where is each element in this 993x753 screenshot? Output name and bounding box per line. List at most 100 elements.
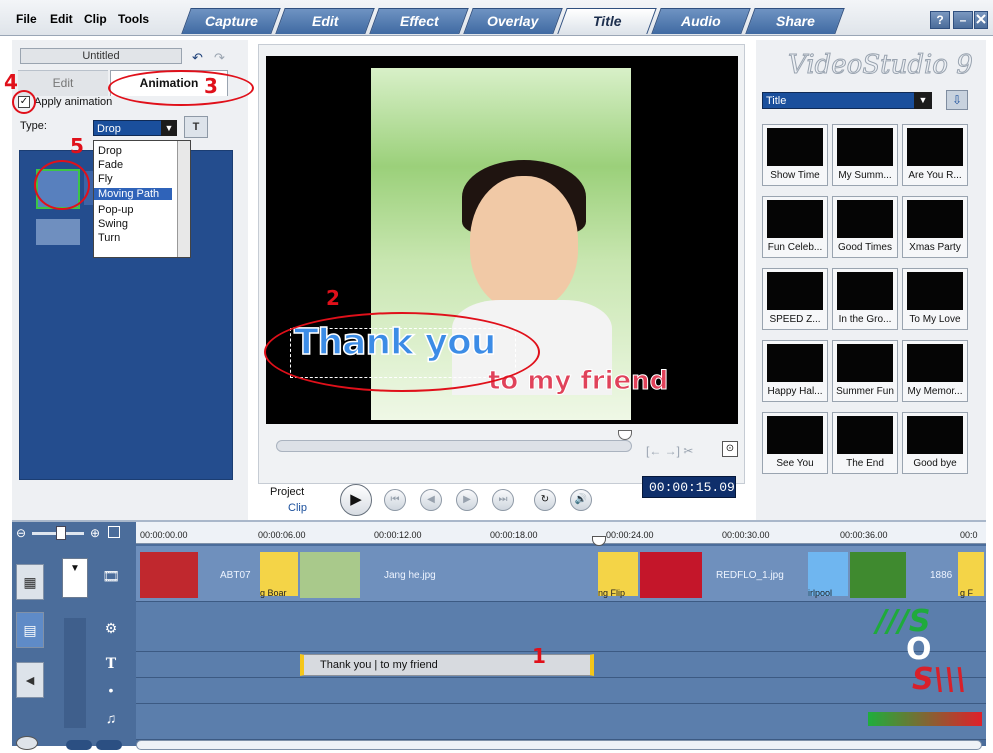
track-manager-icon[interactable]: ▼: [62, 558, 88, 598]
thumbnail-show-time[interactable]: Show Time: [762, 124, 828, 186]
annotation-5: 5: [70, 134, 84, 158]
close-button[interactable]: [974, 11, 988, 29]
video-clip[interactable]: [850, 552, 906, 598]
transition-label: ng Flip: [598, 588, 626, 598]
animation-type-dropdown[interactable]: Drop Fade Fly Moving Path Pop-up Swing T…: [93, 140, 191, 258]
thumbnail-xmas-party[interactable]: Xmas Party: [902, 196, 968, 258]
option-fade[interactable]: Fade: [98, 159, 123, 171]
video-clip-label: 1886: [930, 570, 953, 581]
preview-scrubber[interactable]: [276, 440, 632, 452]
video-clip-label: REDFLO_1.jpg: [716, 570, 784, 581]
annotation-ellipse-preview: [34, 160, 90, 210]
audio-view-icon[interactable]: ◄: [16, 662, 44, 698]
music-track[interactable]: [136, 704, 986, 740]
scroll-right-icon[interactable]: [96, 740, 122, 750]
thumbnail-my-summer[interactable]: My Summ...: [832, 124, 898, 186]
play-button[interactable]: ▶: [340, 484, 372, 516]
customize-animation-icon[interactable]: T: [184, 116, 208, 138]
music-note-icon: ♫: [105, 710, 117, 726]
undo-icon[interactable]: ↶: [192, 50, 203, 66]
transition-label: g F: [960, 588, 974, 598]
scroll-left-icon[interactable]: [66, 740, 92, 750]
menu-file[interactable]: File: [16, 12, 37, 26]
zoom-out-icon[interactable]: ⊖: [16, 526, 26, 540]
storyboard-view-icon[interactable]: ▦: [16, 564, 44, 600]
thumbnail-see-you[interactable]: See You: [762, 412, 828, 474]
volume-icon[interactable]: 🔊: [570, 489, 592, 511]
dropdown-scrollbar[interactable]: [177, 141, 190, 257]
video-clip[interactable]: [300, 552, 360, 598]
timeline-view-icon[interactable]: ▤: [16, 612, 44, 648]
timecode-display[interactable]: 00:00:15.09: [642, 476, 736, 498]
project-mode-label[interactable]: Project: [270, 486, 304, 498]
video-clip[interactable]: [140, 552, 198, 598]
ruler-tick-label: 00:00:24.00: [606, 530, 654, 540]
voice-track[interactable]: [136, 678, 986, 704]
annotation-1: 1: [532, 644, 546, 668]
thumbnail-speed-zone[interactable]: SPEED Z...: [762, 268, 828, 330]
thumbnail-the-end[interactable]: The End: [832, 412, 898, 474]
trim-markers-icon[interactable]: [← →] ✂: [646, 444, 693, 458]
video-clip[interactable]: [640, 552, 702, 598]
video-clip-label: ABT07: [220, 570, 251, 581]
tab-effect[interactable]: Effect: [369, 8, 469, 34]
thumbnail-to-my-love[interactable]: To My Love: [902, 268, 968, 330]
title-clip[interactable]: Thank you | to my friend: [300, 654, 594, 676]
end-icon[interactable]: ⏭: [492, 489, 514, 511]
thumbnail-summer-fun[interactable]: Summer Fun: [832, 340, 898, 402]
option-swing[interactable]: Swing: [98, 218, 128, 230]
ruler-tick-label: 00:00:06.00: [258, 530, 306, 540]
thumbnail-in-the-groove[interactable]: In the Gro...: [832, 268, 898, 330]
load-media-icon[interactable]: ⇩: [946, 90, 968, 110]
overlay-reel-icon: ⚙: [104, 620, 118, 636]
option-pop-up[interactable]: Pop-up: [98, 204, 133, 216]
tab-overlay[interactable]: Overlay: [463, 8, 563, 34]
redo-icon[interactable]: ↷: [214, 50, 225, 66]
thumbnail-good-bye[interactable]: Good bye: [902, 412, 968, 474]
overlay-track[interactable]: [136, 602, 986, 652]
timeline-scrollbar[interactable]: [136, 740, 982, 750]
type-label: Type:: [20, 120, 47, 132]
thumbnail-good-times[interactable]: Good Times: [832, 196, 898, 258]
zoom-in-icon[interactable]: ⊕: [90, 526, 100, 540]
repeat-icon[interactable]: ↻: [534, 489, 556, 511]
option-drop[interactable]: Drop: [98, 145, 122, 157]
option-fly[interactable]: Fly: [98, 173, 113, 185]
film-reel-icon: 🎞: [102, 568, 120, 584]
help-button[interactable]: ?: [930, 11, 950, 29]
tab-share[interactable]: Share: [745, 8, 845, 34]
library-category-select[interactable]: Title: [762, 92, 932, 109]
tab-title[interactable]: Title: [557, 8, 657, 34]
app-logo: VideoStudio 9: [788, 50, 974, 81]
clip-mode-label[interactable]: Clip: [288, 502, 307, 514]
option-moving-path[interactable]: Moving Path: [94, 188, 172, 200]
home-icon[interactable]: ⏮: [384, 489, 406, 511]
settings-icon[interactable]: [16, 736, 38, 750]
thumbnail-are-you-ready[interactable]: Are You R...: [902, 124, 968, 186]
tab-edit[interactable]: Edit: [275, 8, 375, 34]
thumbnail-my-memories[interactable]: My Memor...: [902, 340, 968, 402]
annotation-ellipse-title: [264, 312, 540, 392]
option-turn[interactable]: Turn: [98, 232, 120, 244]
ruler-tick-label: 00:00:30.00: [722, 530, 770, 540]
zoom-slider-handle[interactable]: [56, 526, 66, 540]
tab-capture[interactable]: Capture: [181, 8, 281, 34]
enlarge-preview-icon[interactable]: ⊙: [722, 441, 738, 457]
transition-label: g Boar: [260, 588, 287, 598]
title-track-icon: T: [105, 656, 117, 672]
file-name-box: Untitled: [20, 48, 182, 64]
next-frame-icon[interactable]: ▶: [456, 489, 478, 511]
fit-timeline-icon[interactable]: [108, 526, 120, 538]
chevron-down-icon[interactable]: ▼: [161, 120, 177, 136]
menu-tools[interactable]: Tools: [118, 12, 149, 26]
thumbnail-happy-halloween[interactable]: Happy Hal...: [762, 340, 828, 402]
tab-audio[interactable]: Audio: [651, 8, 751, 34]
previous-frame-icon[interactable]: ◀: [420, 489, 442, 511]
annotation-2: 2: [326, 286, 340, 310]
menu-clip[interactable]: Clip: [84, 12, 107, 26]
menu-edit[interactable]: Edit: [50, 12, 73, 26]
thumbnail-fun-celebration[interactable]: Fun Celeb...: [762, 196, 828, 258]
chevron-down-icon[interactable]: ▼: [914, 92, 932, 109]
preset-thumbnail[interactable]: [36, 219, 80, 245]
minimize-button[interactable]: –: [953, 11, 973, 29]
